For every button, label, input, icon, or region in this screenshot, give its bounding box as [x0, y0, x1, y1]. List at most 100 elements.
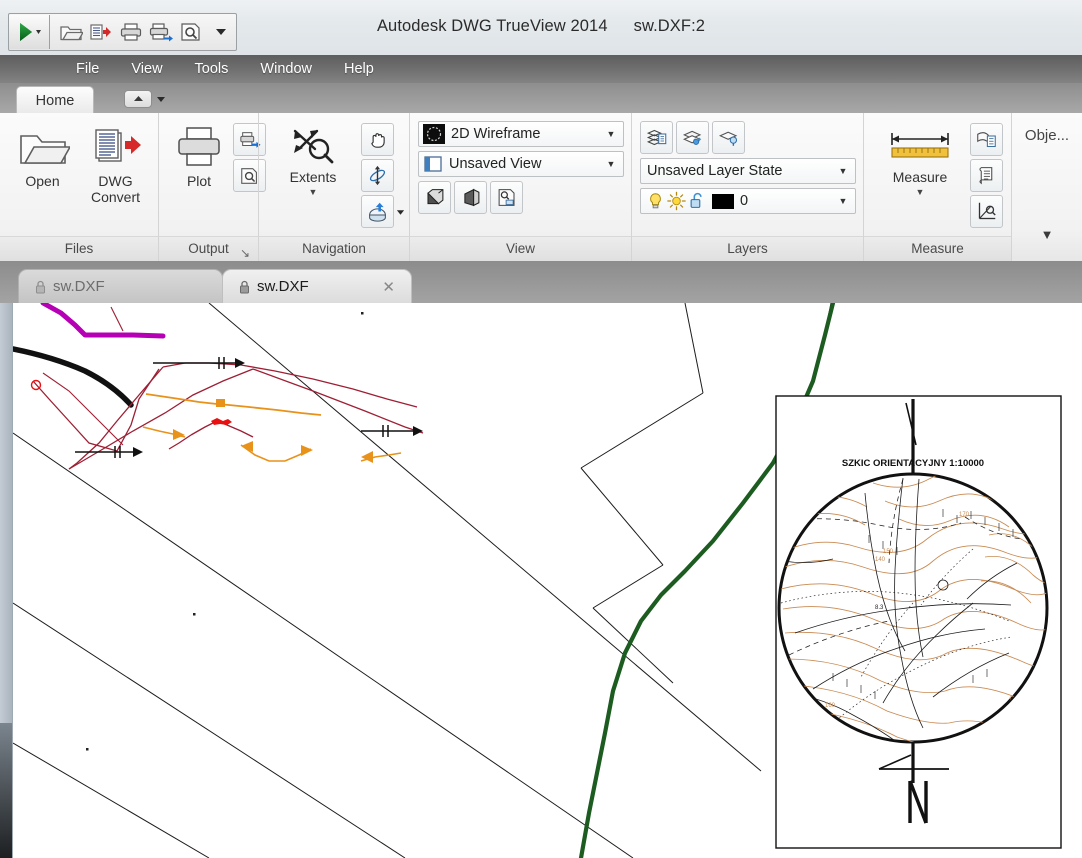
pan-hand-icon — [371, 133, 385, 148]
menu-item-tools[interactable]: Tools — [179, 59, 245, 79]
ribbon-panel-object[interactable]: Obje... ▼ — [1011, 113, 1082, 261]
dwg-convert-button[interactable]: DWG Convert — [82, 121, 150, 207]
lock-icon — [36, 280, 45, 293]
ribbon: Open DWG Convert Files Plot Output ↘ Ext… — [0, 113, 1082, 262]
visual-style-combo[interactable]: 2D Wireframe ▼ — [418, 121, 624, 147]
panel-label-measure: Measure — [864, 236, 1011, 261]
cad-drawing: 170150 160155 140 8.3 SZKIC ORIENTACYJNY… — [13, 303, 1062, 858]
close-icon[interactable]: ✕ — [382, 278, 395, 296]
object-properties-button[interactable] — [970, 123, 1003, 156]
view-icon — [424, 156, 442, 172]
list-icon — [979, 167, 993, 185]
orange-arrowhead-2 — [241, 441, 253, 452]
view-chevron-down-icon[interactable]: ▼ — [603, 159, 619, 169]
menu-item-window[interactable]: Window — [244, 59, 328, 79]
unlock-icon[interactable] — [687, 191, 708, 211]
tab-home[interactable]: Home — [16, 86, 94, 114]
view-combo[interactable]: Unsaved View ▼ — [418, 151, 624, 177]
crimson-tail-line — [168, 434, 192, 450]
window-title: Autodesk DWG TrueView 2014 sw.DXF:2 — [0, 17, 1082, 36]
svg-text:150: 150 — [883, 549, 894, 555]
magenta-highlight-line — [40, 303, 166, 339]
view-manager-icon — [498, 189, 515, 206]
svg-text:8.3: 8.3 — [875, 605, 884, 611]
dwg-convert-icon — [94, 129, 141, 162]
steering-wheel-button[interactable] — [361, 195, 394, 228]
layer-state-button[interactable] — [676, 121, 709, 154]
orange-arrowhead-1 — [173, 429, 185, 440]
drawing-canvas[interactable]: 170150 160155 140 8.3 SZKIC ORIENTACYJNY… — [12, 303, 1082, 858]
layer-combo[interactable]: 0 ▼ — [640, 188, 856, 214]
steering-wheel-icon — [369, 202, 386, 222]
layer-state-combo[interactable]: Unsaved Layer State ▼ — [640, 158, 856, 184]
extents-button-label: Extents — [289, 169, 337, 185]
sun-icon[interactable] — [666, 191, 687, 211]
orbit-button[interactable] — [361, 159, 394, 192]
object-panel-label: Obje... — [1024, 127, 1070, 144]
layer-isolate-icon — [718, 131, 737, 146]
plot-button[interactable]: Plot — [165, 121, 233, 192]
measure-chevron-down-icon[interactable]: ▼ — [916, 187, 925, 197]
open-button-label: Open — [25, 173, 60, 189]
ribbon-panel-layers: Unsaved Layer State ▼ 0 ▼ Layers — [631, 113, 863, 261]
open-button[interactable]: Open — [9, 121, 77, 192]
document-tab-1[interactable]: sw.DXF — [18, 269, 223, 303]
steering-wheel-chevron-down-icon[interactable] — [396, 208, 405, 216]
ruler-icon — [891, 133, 949, 158]
layer-color-swatch[interactable] — [712, 193, 734, 209]
plotter-icon — [178, 127, 220, 166]
layer-state-chevron-down-icon[interactable]: ▼ — [835, 166, 851, 176]
document-tab-2-label: sw.DXF — [257, 278, 309, 295]
svg-text:170: 170 — [959, 512, 970, 518]
orange-arrowhead-3 — [301, 445, 313, 456]
locate-point-button[interactable] — [970, 195, 1003, 228]
zoom-extents-icon — [293, 129, 334, 164]
layer-chevron-down-icon[interactable]: ▼ — [835, 196, 851, 206]
layer-value: 0 — [740, 193, 749, 209]
crimson-boundary-line-3 — [68, 366, 164, 470]
menu-item-help[interactable]: Help — [328, 59, 390, 79]
ribbon-minimize-chevron-down-icon[interactable] — [156, 95, 166, 103]
extents-button[interactable]: Extents ▼ — [265, 121, 361, 199]
document-tab-1-label: sw.DXF — [53, 278, 105, 295]
lightbulb-icon[interactable] — [645, 191, 666, 211]
pan-button[interactable] — [361, 123, 394, 156]
perspective-projection-button[interactable] — [454, 181, 487, 214]
visual-style-chevron-down-icon[interactable]: ▼ — [603, 129, 619, 139]
visual-style-icon — [423, 124, 445, 144]
list-button[interactable] — [970, 159, 1003, 192]
parallel-projection-button[interactable] — [418, 181, 451, 214]
ribbon-panel-files: Open DWG Convert Files — [0, 113, 158, 261]
crimson-boundary-line — [32, 368, 160, 452]
document-tab-strip: sw.DXF sw.DXF ✕ — [0, 261, 1082, 303]
panel-label-view: View — [410, 236, 631, 261]
plot-button-label: Plot — [186, 173, 212, 189]
object-panel-expand-chevron-down-icon[interactable]: ▼ — [1041, 227, 1054, 242]
arrowhead-1 — [235, 358, 245, 368]
parcel-lines — [13, 303, 832, 858]
layer-state-icon — [682, 130, 701, 145]
ribbon-panel-output: Plot Output ↘ — [158, 113, 266, 261]
layer-properties-button[interactable] — [640, 121, 673, 154]
document-name: sw.DXF:2 — [633, 17, 706, 35]
ribbon-panel-view: 2D Wireframe ▼ Unsaved View ▼ View — [409, 113, 631, 261]
document-tab-2[interactable]: sw.DXF ✕ — [222, 269, 412, 303]
layer-isolate-button[interactable] — [712, 121, 745, 154]
menu-item-view[interactable]: View — [115, 59, 178, 79]
extents-chevron-down-icon[interactable]: ▼ — [309, 187, 318, 197]
point-marker — [193, 613, 196, 616]
view-value: Unsaved View — [449, 156, 542, 172]
panel-label-output: Output ↘ — [159, 236, 258, 261]
ribbon-minimize-button[interactable] — [124, 90, 152, 108]
ribbon-tab-row: Home — [0, 83, 1082, 114]
arrowhead-2 — [133, 447, 143, 457]
lock-icon — [240, 280, 249, 293]
view-manager-button[interactable] — [490, 181, 523, 214]
crimson-parcel-edge — [252, 368, 424, 434]
title-bar: Autodesk DWG TrueView 2014 sw.DXF:2 — [0, 0, 1082, 56]
measure-button[interactable]: Measure ▼ — [870, 121, 970, 199]
menu-item-file[interactable]: File — [60, 59, 115, 79]
canvas-left-gutter — [0, 303, 12, 858]
ribbon-minimize-group[interactable] — [124, 90, 166, 108]
visual-style-value: 2D Wireframe — [451, 126, 541, 142]
